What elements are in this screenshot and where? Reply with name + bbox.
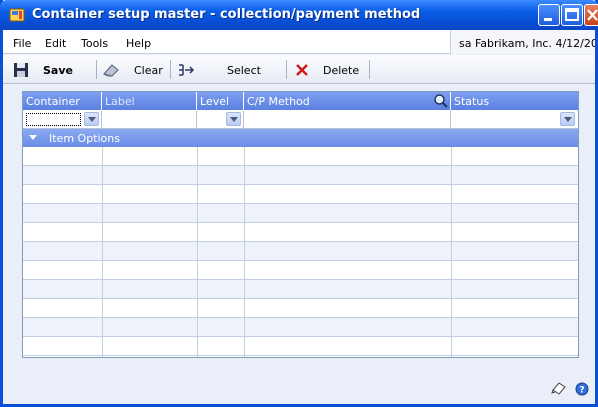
table-row[interactable] — [23, 166, 578, 185]
app-icon — [9, 8, 25, 22]
select-label: Select — [227, 63, 261, 77]
window-title: Container setup master - collection/paym… — [32, 7, 421, 22]
item-options-label: Item Options — [49, 132, 120, 145]
label-field — [102, 110, 197, 129]
arrow-select-icon — [179, 64, 195, 76]
table-row[interactable] — [23, 337, 578, 356]
magnifier-icon[interactable] — [433, 93, 449, 109]
column-label: Label — [102, 92, 197, 110]
column-level[interactable]: Level — [197, 92, 244, 110]
save-label: Save — [43, 63, 73, 77]
note-icon[interactable] — [550, 380, 568, 396]
item-options-bar[interactable]: Item Options — [23, 129, 578, 147]
level-dropdown[interactable] — [197, 110, 244, 129]
table-row[interactable] — [23, 261, 578, 280]
grid-entry-row — [23, 110, 578, 129]
close-button[interactable] — [584, 4, 598, 26]
table-row[interactable] — [23, 223, 578, 242]
delete-label: Delete — [323, 63, 360, 77]
svg-text:?: ? — [579, 386, 584, 396]
table-row[interactable] — [23, 185, 578, 204]
table-row[interactable] — [23, 147, 578, 166]
company-info: sa Fabrikam, Inc. 4/12/2007 — [450, 30, 595, 54]
cp-method-field[interactable] — [244, 110, 451, 129]
column-status[interactable]: Status — [451, 92, 578, 110]
red-x-icon — [296, 64, 308, 76]
column-divider — [102, 147, 103, 357]
clear-button[interactable]: Clear — [102, 61, 163, 79]
close-icon — [587, 9, 598, 21]
menu-edit[interactable]: Edit — [45, 37, 66, 50]
container-grid: Container Label Level C/P Method Status — [22, 91, 579, 358]
grid-header: Container Label Level C/P Method Status — [23, 92, 578, 110]
column-container[interactable]: Container — [23, 92, 102, 110]
app-window: Container setup master - collection/paym… — [0, 0, 598, 407]
status-dropdown[interactable] — [451, 110, 578, 129]
chevron-down-icon[interactable] — [226, 112, 241, 126]
toolbar: Save Clear Select Delete — [3, 55, 595, 84]
select-button[interactable]: Select — [177, 61, 261, 79]
container-dropdown[interactable] — [23, 110, 102, 129]
save-button[interactable]: Save — [13, 61, 73, 79]
column-divider — [451, 147, 452, 357]
minimize-button[interactable] — [538, 4, 560, 26]
table-row[interactable] — [23, 204, 578, 223]
maximize-button[interactable] — [561, 4, 583, 26]
delete-button[interactable]: Delete — [295, 61, 359, 79]
clear-label: Clear — [134, 63, 163, 77]
column-divider — [197, 147, 198, 357]
table-row[interactable] — [23, 242, 578, 261]
chevron-down-icon[interactable] — [84, 112, 99, 126]
chevron-down-icon[interactable] — [560, 112, 575, 126]
menu-help[interactable]: Help — [126, 37, 151, 50]
menu-tools[interactable]: Tools — [81, 37, 108, 50]
toolbar-separator — [286, 60, 287, 79]
column-divider — [244, 147, 245, 357]
minimize-icon — [544, 18, 552, 21]
focus-rect — [26, 113, 81, 126]
status-bar: ? — [550, 380, 590, 396]
expand-arrow-icon[interactable] — [28, 134, 38, 142]
maximize-icon — [565, 8, 579, 21]
title-bar[interactable]: Container setup master - collection/paym… — [0, 0, 598, 30]
help-icon[interactable]: ? — [575, 382, 589, 396]
column-cp-method[interactable]: C/P Method — [244, 92, 451, 110]
vertical-scrollbar[interactable] — [578, 147, 579, 357]
table-row[interactable] — [23, 280, 578, 299]
table-row[interactable] — [23, 318, 578, 337]
floppy-disk-icon — [14, 63, 28, 77]
eraser-icon — [103, 64, 119, 77]
toolbar-separator — [369, 60, 370, 79]
toolbar-separator — [96, 60, 97, 79]
menu-file[interactable]: File — [13, 37, 31, 50]
table-row[interactable] — [23, 299, 578, 318]
toolbar-separator — [170, 60, 171, 79]
